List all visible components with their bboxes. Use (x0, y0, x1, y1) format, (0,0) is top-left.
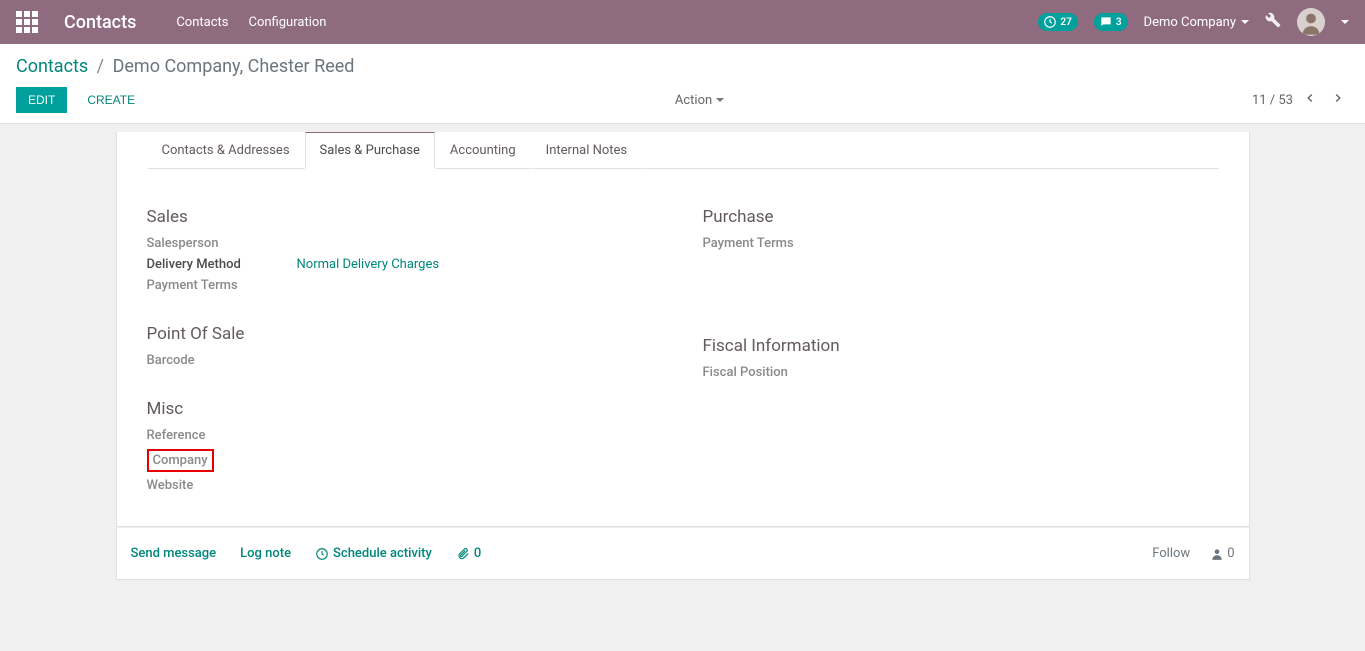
activity-count: 27 (1060, 17, 1071, 28)
attachments-button[interactable]: 0 (456, 546, 481, 561)
discuss-count: 3 (1116, 17, 1122, 28)
tab-accounting[interactable]: Accounting (435, 132, 531, 169)
form-sheet: Contacts & Addresses Sales & Purchase Ac… (116, 132, 1250, 527)
section-purchase-title: Purchase (703, 207, 1219, 227)
clock-icon (1043, 15, 1057, 29)
tab-internal-notes[interactable]: Internal Notes (531, 132, 642, 169)
section-pos-title: Point Of Sale (147, 324, 663, 344)
chatter-bar: Send message Log note Schedule activity … (116, 527, 1250, 580)
follow-button[interactable]: Follow (1152, 546, 1190, 561)
pager: 11 / 53 (1252, 89, 1349, 111)
user-avatar[interactable] (1297, 8, 1325, 36)
nav-right: 27 3 Demo Company (1038, 8, 1349, 36)
pager-position: 11 / 53 (1252, 93, 1293, 108)
create-button[interactable]: CREATE (75, 87, 147, 113)
clock-icon (315, 547, 329, 561)
label-barcode: Barcode (147, 353, 297, 368)
chevron-right-icon (1331, 91, 1345, 105)
caret-down-icon (1241, 20, 1249, 24)
action-dropdown[interactable]: Action (675, 93, 724, 108)
highlight-company: Company (147, 449, 214, 472)
send-message-button[interactable]: Send message (131, 546, 217, 561)
top-navbar: Contacts Contacts Configuration 27 3 Dem… (0, 0, 1365, 44)
debug-icon[interactable] (1265, 12, 1281, 32)
activity-indicator[interactable]: 27 (1038, 13, 1077, 31)
breadcrumb-root[interactable]: Contacts (16, 56, 88, 77)
label-salesperson: Salesperson (147, 236, 297, 251)
schedule-activity-button[interactable]: Schedule activity (315, 546, 432, 561)
nav-menu-contacts[interactable]: Contacts (176, 15, 228, 30)
label-company: Company (147, 449, 297, 472)
label-fiscal-position: Fiscal Position (703, 365, 853, 380)
pager-prev[interactable] (1299, 89, 1321, 111)
breadcrumb-current: Demo Company, Chester Reed (113, 56, 355, 77)
user-menu-caret-icon[interactable] (1341, 20, 1349, 24)
breadcrumb: Contacts / Demo Company, Chester Reed (16, 44, 1349, 81)
tab-contacts-addresses[interactable]: Contacts & Addresses (147, 132, 305, 169)
section-misc-title: Misc (147, 399, 663, 419)
log-note-button[interactable]: Log note (240, 546, 291, 561)
attachments-count: 0 (474, 546, 481, 561)
followers-button[interactable]: 0 (1210, 546, 1234, 561)
left-column: Sales Salesperson Delivery Method Normal… (147, 179, 663, 496)
right-column: Purchase Payment Terms Fiscal Informatio… (703, 179, 1219, 496)
value-delivery-method[interactable]: Normal Delivery Charges (297, 257, 440, 272)
user-icon (1210, 547, 1224, 561)
nav-menu-configuration[interactable]: Configuration (249, 15, 327, 30)
company-name: Demo Company (1144, 15, 1236, 30)
tab-sales-purchase[interactable]: Sales & Purchase (305, 132, 435, 169)
nav-menu: Contacts Configuration (176, 15, 326, 30)
label-payment-terms-purchase: Payment Terms (703, 236, 853, 251)
section-sales-title: Sales (147, 207, 663, 227)
schedule-activity-label: Schedule activity (333, 546, 432, 561)
discuss-indicator[interactable]: 3 (1094, 13, 1128, 31)
apps-icon[interactable] (16, 11, 44, 33)
tabs: Contacts & Addresses Sales & Purchase Ac… (147, 132, 1219, 169)
main-scroll[interactable]: Contacts & Addresses Sales & Purchase Ac… (0, 124, 1365, 647)
chat-icon (1099, 15, 1113, 29)
followers-count: 0 (1227, 546, 1234, 561)
edit-button[interactable]: EDIT (16, 87, 67, 113)
label-payment-terms-sales: Payment Terms (147, 278, 297, 293)
label-delivery-method: Delivery Method (147, 257, 297, 272)
label-website: Website (147, 478, 297, 493)
label-reference: Reference (147, 428, 297, 443)
pager-next[interactable] (1327, 89, 1349, 111)
caret-down-icon (716, 98, 724, 102)
section-fiscal-title: Fiscal Information (703, 336, 1219, 356)
app-brand[interactable]: Contacts (64, 12, 136, 33)
paperclip-icon (456, 547, 470, 561)
action-label: Action (675, 93, 712, 108)
control-bar: Contacts / Demo Company, Chester Reed ED… (0, 44, 1365, 124)
chevron-left-icon (1303, 91, 1317, 105)
company-selector[interactable]: Demo Company (1144, 15, 1249, 30)
